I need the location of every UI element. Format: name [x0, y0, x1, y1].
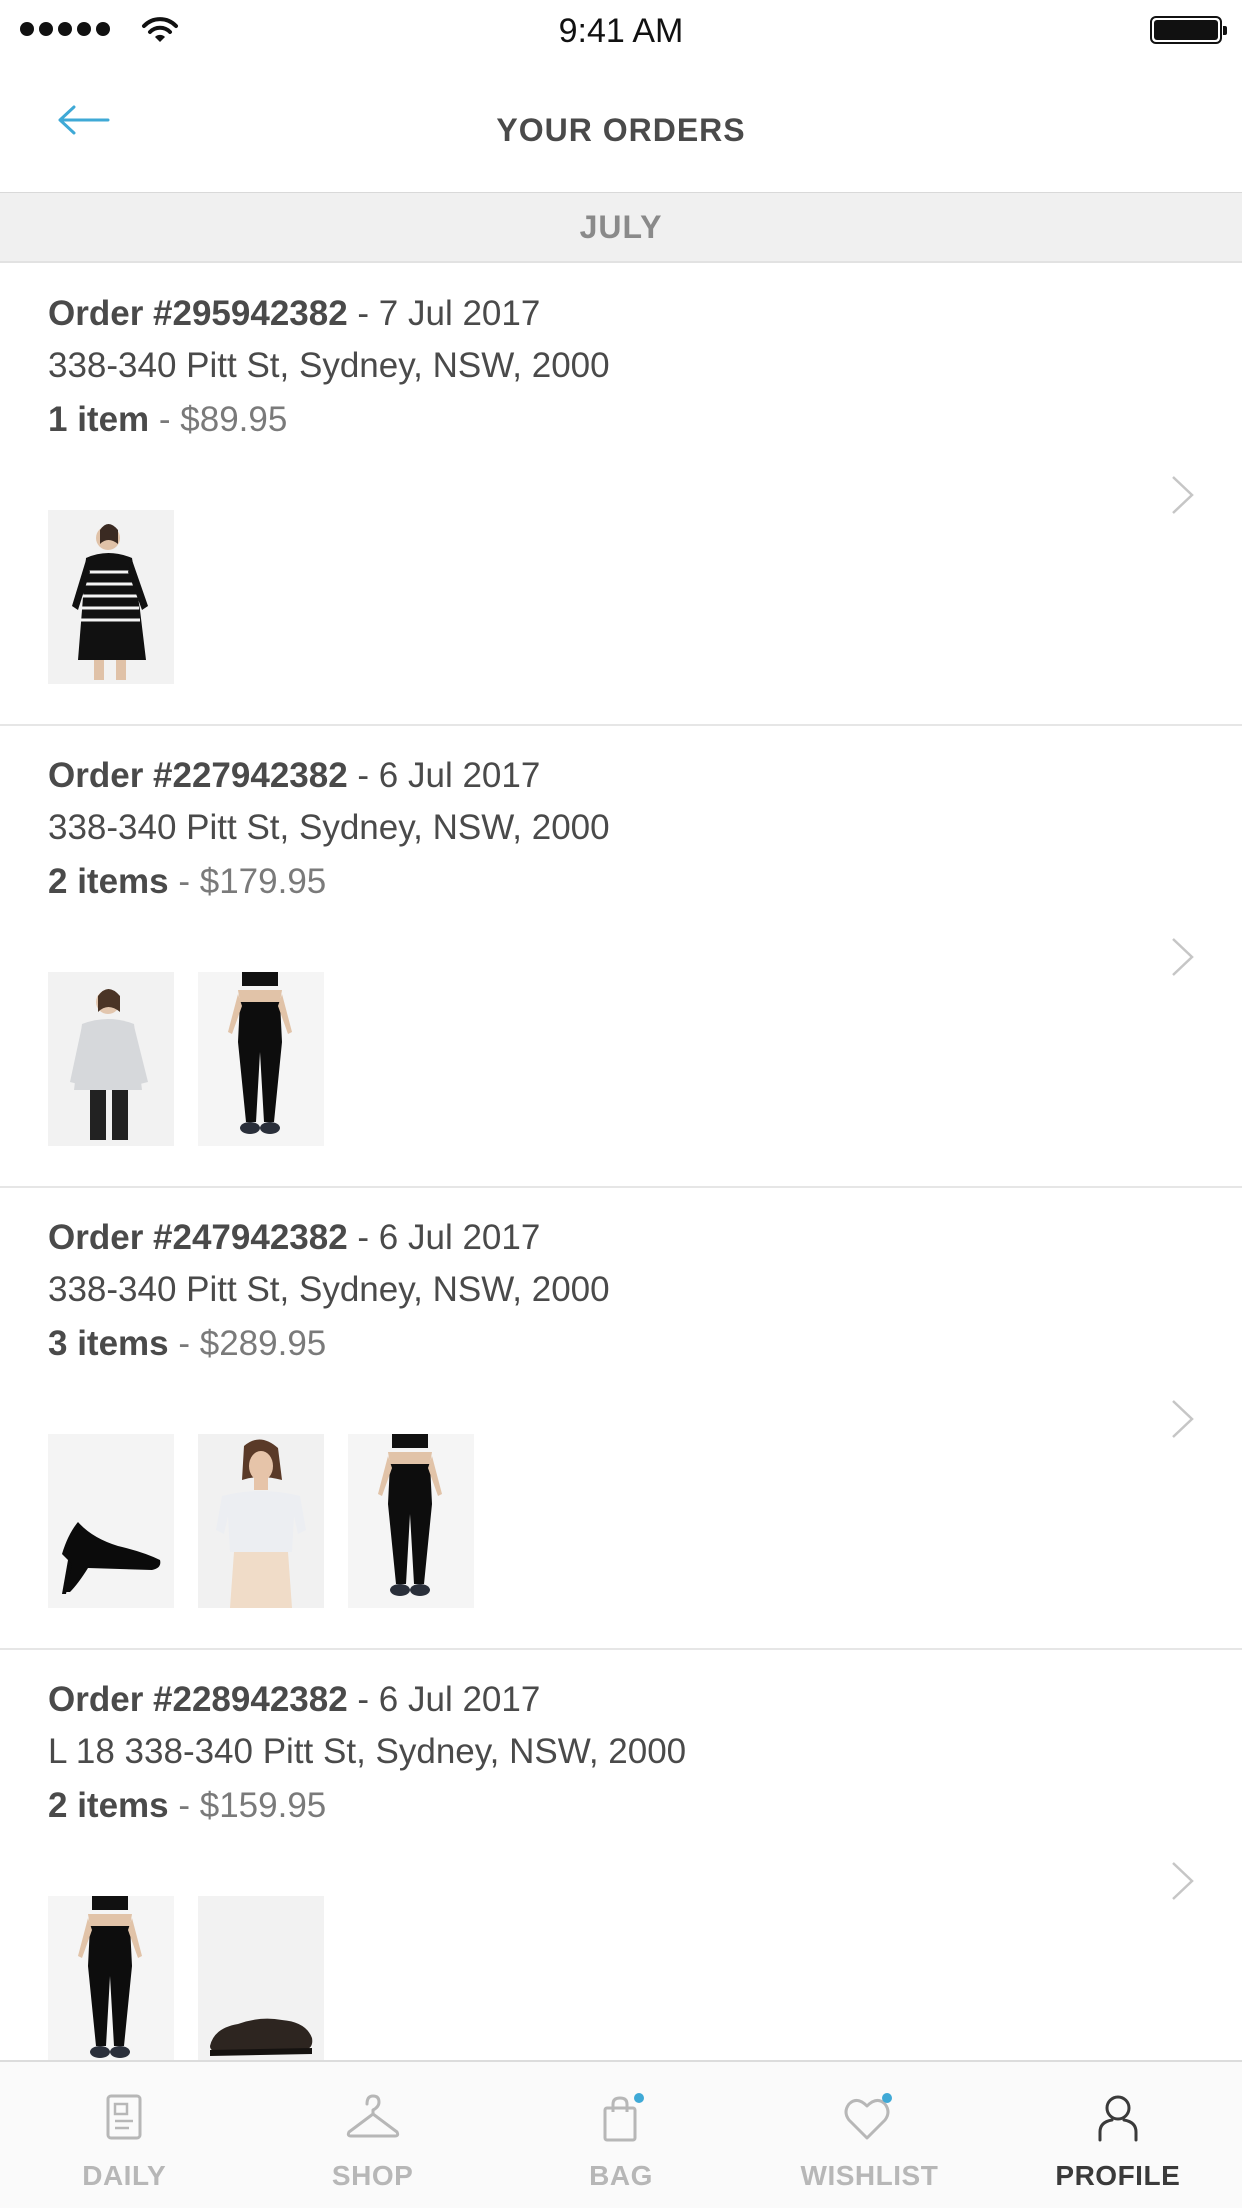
month-section-header: JULY — [0, 193, 1242, 263]
order-thumbnails — [48, 1434, 474, 1608]
tab-shop[interactable]: SHOP — [248, 2062, 496, 2208]
chevron-right-icon — [1172, 938, 1194, 976]
order-summary: 2 items - $159.95 — [48, 1786, 326, 1826]
order-thumbnails — [48, 972, 324, 1146]
order-thumbnails — [48, 510, 174, 684]
order-thumbnails — [48, 1896, 324, 2070]
order-item[interactable]: Order #247942382 - 6 Jul 2017 338-340 Pi… — [0, 1188, 1242, 1650]
order-summary: 1 item - $89.95 — [48, 400, 287, 440]
order-address: 338-340 Pitt St, Sydney, NSW, 2000 — [48, 808, 610, 847]
heart-icon — [844, 2093, 893, 2140]
product-thumbnail-black-leggings[interactable] — [348, 1434, 474, 1608]
chevron-right-icon — [1172, 1862, 1194, 1900]
order-item[interactable]: Order #227942382 - 6 Jul 2017 338-340 Pi… — [0, 726, 1242, 1188]
tab-label: PROFILE — [1055, 2160, 1181, 2191]
order-heading: Order #227942382 - 6 Jul 2017 — [48, 756, 540, 796]
tab-bag[interactable]: BAG — [497, 2062, 745, 2208]
order-total: - $89.95 — [149, 400, 288, 439]
order-item[interactable]: Order #228942382 - 6 Jul 2017 L 18 338-3… — [0, 1650, 1242, 2112]
order-address: 338-340 Pitt St, Sydney, NSW, 2000 — [48, 1270, 610, 1309]
product-thumbnail-grey-sweater[interactable] — [48, 972, 174, 1146]
order-date: - 6 Jul 2017 — [347, 756, 541, 795]
product-thumbnail-offshoulder-top[interactable] — [198, 1434, 324, 1608]
orders-list: Order #295942382 - 7 Jul 2017 338-340 Pi… — [0, 264, 1242, 2112]
page-title: YOUR ORDERS — [496, 112, 746, 148]
status-time: 9:41 AM — [558, 12, 684, 50]
person-icon — [1098, 2095, 1138, 2142]
tab-wishlist[interactable]: WISHLIST — [745, 2062, 993, 2208]
order-date: - 6 Jul 2017 — [347, 1680, 541, 1719]
order-number: Order #247942382 — [48, 1218, 348, 1257]
tab-bar: DAILY SHOP BAG WISHLIST PROFILE — [0, 2060, 1242, 2208]
tab-label: BAG — [589, 2160, 653, 2191]
hanger-icon — [346, 2094, 399, 2138]
order-item-count: 2 items — [48, 1786, 169, 1825]
order-heading: Order #295942382 - 7 Jul 2017 — [48, 294, 540, 334]
order-heading: Order #228942382 - 6 Jul 2017 — [48, 1680, 540, 1720]
product-thumbnail-brown-shoe[interactable] — [198, 1896, 324, 2070]
order-summary: 2 items - $179.95 — [48, 862, 326, 902]
tab-daily[interactable]: DAILY — [0, 2062, 248, 2208]
order-total: - $159.95 — [168, 1786, 327, 1825]
product-thumbnail-black-leggings[interactable] — [198, 972, 324, 1146]
order-summary: 3 items - $289.95 — [48, 1324, 326, 1364]
order-item-count: 1 item — [48, 400, 150, 439]
order-number: Order #227942382 — [48, 756, 348, 795]
order-address: L 18 338-340 Pitt St, Sydney, NSW, 2000 — [48, 1732, 687, 1771]
order-number: Order #228942382 — [48, 1680, 348, 1719]
product-thumbnail-black-heel[interactable] — [48, 1434, 174, 1608]
product-thumbnail-black-leggings[interactable] — [48, 1896, 174, 2070]
newspaper-icon — [106, 2094, 142, 2140]
order-date: - 7 Jul 2017 — [347, 294, 541, 333]
order-item-count: 3 items — [48, 1324, 169, 1363]
chevron-right-icon — [1172, 476, 1194, 514]
battery-icon — [1150, 16, 1227, 44]
navigation-bar: YOUR ORDERS — [0, 60, 1242, 194]
tab-profile[interactable]: PROFILE — [994, 2062, 1242, 2208]
tab-label: SHOP — [331, 2160, 414, 2191]
order-address: 338-340 Pitt St, Sydney, NSW, 2000 — [48, 346, 610, 385]
order-heading: Order #247942382 - 6 Jul 2017 — [48, 1218, 540, 1258]
order-item-count: 2 items — [48, 862, 169, 901]
product-thumbnail-striped-dress[interactable] — [48, 510, 174, 684]
order-number: Order #295942382 — [48, 294, 348, 333]
order-item[interactable]: Order #295942382 - 7 Jul 2017 338-340 Pi… — [0, 264, 1242, 726]
chevron-right-icon — [1172, 1400, 1194, 1438]
order-total: - $179.95 — [168, 862, 327, 901]
order-total: - $289.95 — [168, 1324, 327, 1363]
status-bar: 9:41 AM — [0, 0, 1242, 60]
bag-icon — [603, 2093, 645, 2142]
tab-label: DAILY — [82, 2160, 167, 2191]
tab-label: WISHLIST — [800, 2160, 939, 2191]
order-date: - 6 Jul 2017 — [347, 1218, 541, 1257]
